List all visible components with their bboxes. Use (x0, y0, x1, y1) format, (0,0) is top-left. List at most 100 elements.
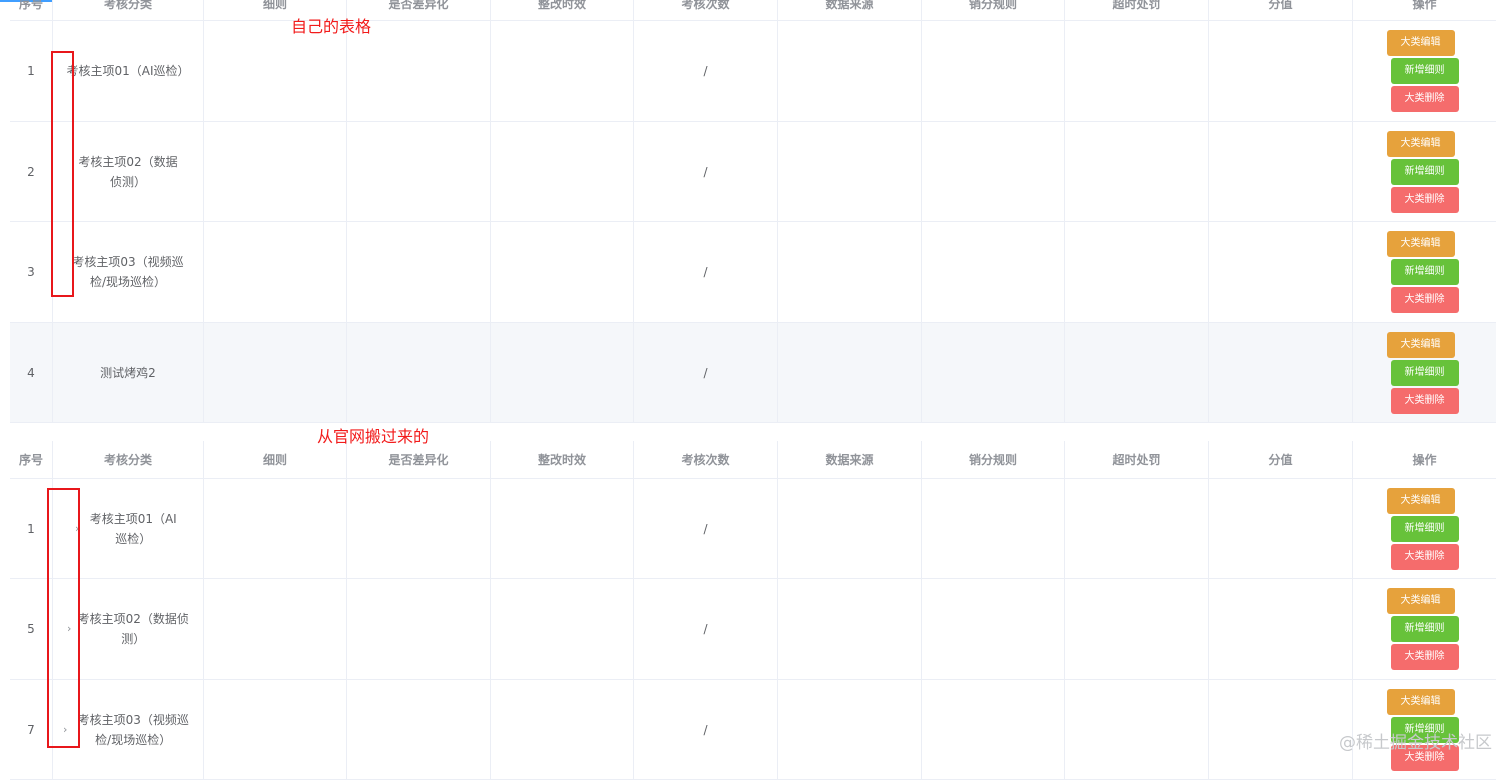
row-data-source (778, 21, 922, 121)
annotation-from-official: 从官网搬过来的 (317, 427, 430, 446)
row-score (1209, 323, 1353, 422)
table-row: 4 测试烤鸡2 / 大类编辑 新增细则 大类删除 (10, 323, 1496, 423)
highlight-box-own (51, 51, 74, 297)
row-category: 测试烤鸡2 (53, 323, 204, 422)
row-rectify-time (491, 479, 634, 578)
row-deduct-rule (922, 479, 1065, 578)
highlight-box-official (47, 488, 80, 748)
row-rectify-time (491, 323, 634, 422)
row-check-count: / (634, 323, 778, 422)
col-header-data-source: 数据来源 (778, 441, 922, 478)
row-deduct-rule (922, 222, 1065, 322)
category-edit-button[interactable]: 大类编辑 (1386, 588, 1455, 614)
row-differentiated (347, 579, 491, 679)
row-score (1209, 680, 1353, 779)
add-detail-button[interactable]: 新增细则 (1390, 158, 1459, 185)
row-detail (204, 680, 347, 779)
row-category: 考核主项01（AI巡检） (53, 21, 204, 121)
row-actions: 大类编辑 新增细则 大类删除 (1353, 21, 1496, 121)
col-header-timeout-penalty: 超时处罚 (1065, 0, 1209, 20)
row-data-source (778, 579, 922, 679)
add-detail-button[interactable]: 新增细则 (1390, 58, 1459, 84)
row-actions: 大类编辑 新增细则 大类删除 (1353, 323, 1496, 422)
category-label: 考核主项02（数据侦测） (77, 612, 189, 646)
row-timeout-penalty (1065, 479, 1209, 578)
row-actions: 大类编辑 新增细则 大类删除 (1353, 222, 1496, 322)
category-edit-button[interactable]: 大类编辑 (1386, 688, 1455, 715)
row-timeout-penalty (1065, 122, 1209, 221)
row-score (1209, 122, 1353, 221)
add-detail-button[interactable]: 新增细则 (1390, 616, 1459, 642)
col-header-data-source: 数据来源 (778, 0, 922, 20)
row-actions: 大类编辑 新增细则 大类删除 (1353, 479, 1496, 578)
row-index: 4 (10, 323, 53, 422)
col-header-index: 序号 (10, 441, 53, 478)
category-edit-button[interactable]: 大类编辑 (1386, 30, 1455, 56)
col-header-timeout-penalty: 超时处罚 (1065, 441, 1209, 478)
category-delete-button[interactable]: 大类删除 (1390, 644, 1459, 670)
row-rectify-time (491, 222, 634, 322)
table-row: 1 › 考核主项01（AI巡检） / 大类编辑 新增细则 大类删除 (10, 479, 1496, 579)
col-header-check-count: 考核次数 (634, 441, 778, 478)
row-timeout-penalty (1065, 579, 1209, 679)
row-detail (204, 222, 347, 322)
row-check-count: / (634, 222, 778, 322)
col-header-check-count: 考核次数 (634, 0, 778, 20)
add-detail-button[interactable]: 新增细则 (1390, 259, 1459, 285)
col-header-score: 分值 (1209, 0, 1353, 20)
row-check-count: / (634, 122, 778, 221)
row-differentiated (347, 323, 491, 422)
row-rectify-time (491, 579, 634, 679)
row-detail (204, 579, 347, 679)
row-data-source (778, 680, 922, 779)
row-rectify-time (491, 680, 634, 779)
add-detail-button[interactable]: 新增细则 (1390, 359, 1459, 386)
row-differentiated (347, 122, 491, 221)
row-score (1209, 479, 1353, 578)
col-header-deduct-rule: 销分规则 (922, 441, 1065, 478)
row-category: 考核主项02（数据侦测） (53, 122, 204, 221)
row-score (1209, 579, 1353, 679)
annotation-own-table: 自己的表格 (291, 17, 372, 36)
row-score (1209, 222, 1353, 322)
row-timeout-penalty (1065, 680, 1209, 779)
row-rectify-time (491, 122, 634, 221)
category-edit-button[interactable]: 大类编辑 (1386, 487, 1455, 514)
row-data-source (778, 222, 922, 322)
category-delete-button[interactable]: 大类删除 (1390, 543, 1459, 570)
category-edit-button[interactable]: 大类编辑 (1386, 130, 1455, 157)
row-index: 3 (10, 222, 53, 322)
category-edit-button[interactable]: 大类编辑 (1386, 231, 1455, 257)
col-header-category: 考核分类 (53, 441, 204, 478)
category-label: 考核主项03（视频巡检/现场巡检） (77, 712, 189, 747)
col-header-deduct-rule: 销分规则 (922, 0, 1065, 20)
table-row: 2 考核主项02（数据侦测） / 大类编辑 新增细则 大类删除 (10, 122, 1496, 222)
row-check-count: / (634, 680, 778, 779)
row-deduct-rule (922, 680, 1065, 779)
table-header: 序号 考核分类 细则 是否差异化 整改时效 考核次数 数据来源 销分规则 超时处… (10, 0, 1496, 21)
row-data-source (778, 323, 922, 422)
row-timeout-penalty (1065, 323, 1209, 422)
category-delete-button[interactable]: 大类删除 (1390, 287, 1459, 313)
table-header: 序号 考核分类 细则 是否差异化 整改时效 考核次数 数据来源 销分规则 超时处… (10, 441, 1496, 479)
category-delete-button[interactable]: 大类删除 (1390, 86, 1459, 112)
row-deduct-rule (922, 579, 1065, 679)
row-rectify-time (491, 21, 634, 121)
col-header-score: 分值 (1209, 441, 1353, 478)
row-actions: 大类编辑 新增细则 大类删除 (1353, 579, 1496, 679)
col-header-category: 考核分类 (53, 0, 204, 20)
row-detail (204, 323, 347, 422)
row-check-count: / (634, 21, 778, 121)
row-data-source (778, 122, 922, 221)
row-check-count: / (634, 579, 778, 679)
row-differentiated (347, 479, 491, 578)
table-row: 5 › 考核主项02（数据侦测） / 大类编辑 新增细则 大类删除 (10, 579, 1496, 680)
add-detail-button[interactable]: 新增细则 (1390, 515, 1459, 542)
table-row: 7 › 考核主项03（视频巡检/现场巡检） / 大类编辑 新增细则 大类删除 (10, 680, 1496, 780)
category-delete-button[interactable]: 大类删除 (1390, 387, 1459, 414)
row-deduct-rule (922, 122, 1065, 221)
category-delete-button[interactable]: 大类删除 (1390, 186, 1459, 213)
category-edit-button[interactable]: 大类编辑 (1386, 331, 1455, 358)
row-deduct-rule (922, 323, 1065, 422)
table-row: 1 考核主项01（AI巡检） / 大类编辑 新增细则 大类删除 (10, 21, 1496, 122)
